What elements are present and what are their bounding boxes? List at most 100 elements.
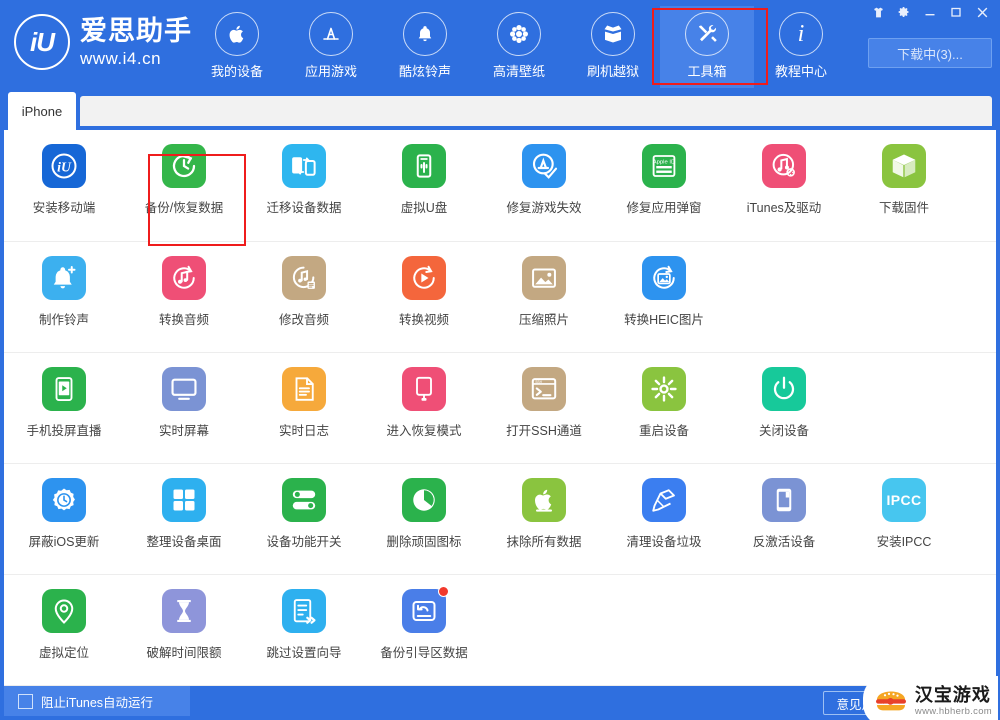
compress-photo-icon [522, 256, 566, 300]
tool-crack-screen-time[interactable]: 破解时间限额 [124, 575, 244, 685]
nav-label: 工具箱 [687, 64, 727, 79]
tool-install-ipcc[interactable]: IPCC 安装IPCC [844, 464, 964, 574]
tool-make-ringtone[interactable]: 制作铃声 [4, 242, 124, 352]
block-itunes-label: 阻止iTunes自动运行 [41, 695, 154, 710]
tool-clean-junk[interactable]: 清理设备垃圾 [604, 464, 724, 574]
nav-item-flash-jailbreak[interactable]: 刷机越狱 [566, 6, 660, 88]
toolbox-grid: iU 安装移动端 备份/恢复数据 迁移设备数据 虚拟U盘 修复游戏失效 Appl… [4, 130, 996, 686]
minimize-icon[interactable] [918, 2, 942, 22]
tool-erase-all-data[interactable]: 抹除所有数据 [484, 464, 604, 574]
tool-label: 压缩照片 [518, 313, 569, 327]
svg-text:iU: iU [57, 160, 72, 175]
tab-iphone[interactable]: iPhone [8, 92, 76, 130]
tool-itunes-driver[interactable]: iTunes及驱动 [724, 130, 844, 241]
main-nav: 我的设备 应用游戏 酷炫铃声 高清壁纸 刷机越狱 工具箱 i 教程中心 [190, 6, 848, 88]
screen-cast-icon [42, 367, 86, 411]
tool-feature-toggle[interactable]: 设备功能开关 [244, 464, 364, 574]
nav-item-apps-games[interactable]: 应用游戏 [284, 6, 378, 88]
tool-label: 安装移动端 [32, 201, 96, 215]
clean-junk-icon [642, 478, 686, 522]
tool-virtual-location[interactable]: 虚拟定位 [4, 575, 124, 685]
tool-label: 进入恢复模式 [386, 424, 462, 438]
nav-item-toolbox[interactable]: 工具箱 [660, 6, 754, 88]
tool-recovery-mode[interactable]: 进入恢复模式 [364, 353, 484, 463]
tool-label: 跳过设置向导 [266, 646, 342, 660]
brand-url: www.i4.cn [80, 48, 162, 68]
make-ringtone-icon [42, 256, 86, 300]
svg-text:SSH: SSH [535, 381, 542, 385]
tool-download-firmware[interactable]: 下载固件 [844, 130, 964, 241]
site-watermark: 汉宝游戏 www.hbherb.com [862, 676, 998, 720]
tool-ssh-tunnel[interactable]: SSH 打开SSH通道 [484, 353, 604, 463]
tool-label: 实时屏幕 [158, 424, 209, 438]
tool-label: 转换音频 [158, 313, 209, 327]
tool-label: 备份/恢复数据 [144, 201, 224, 215]
tool-label: 虚拟U盘 [400, 201, 448, 215]
appstore-icon [309, 12, 353, 56]
fix-game-icon [522, 144, 566, 188]
tool-label: 备份引导区数据 [380, 646, 468, 660]
maximize-icon[interactable] [944, 2, 968, 22]
i4-app-icon: iU [42, 144, 86, 188]
tool-install-mobile[interactable]: iU 安装移动端 [4, 130, 124, 241]
block-itunes-checkbox-row[interactable]: 阻止iTunes自动运行 [4, 686, 190, 716]
tools-icon [685, 12, 729, 56]
tool-block-ios-update[interactable]: 屏蔽iOS更新 [4, 464, 124, 574]
tool-realtime-log[interactable]: 实时日志 [244, 353, 364, 463]
ipcc-icon: IPCC [882, 478, 926, 522]
nav-label: 应用游戏 [304, 64, 357, 79]
tool-label: 反激活设备 [752, 535, 816, 549]
tool-compress-photo[interactable]: 压缩照片 [484, 242, 604, 352]
tool-reboot-device[interactable]: 重启设备 [604, 353, 724, 463]
download-status-button[interactable]: 下载中(3)... [868, 38, 992, 68]
apple-icon [215, 12, 259, 56]
tool-virtual-usb[interactable]: 虚拟U盘 [364, 130, 484, 241]
box-open-icon [591, 12, 635, 56]
tool-convert-video[interactable]: 转换视频 [364, 242, 484, 352]
ssh-terminal-icon: SSH [522, 367, 566, 411]
tool-power-off-device[interactable]: 关闭设备 [724, 353, 844, 463]
tool-realtime-screen[interactable]: 实时屏幕 [124, 353, 244, 463]
gear-icon[interactable] [892, 2, 916, 22]
tool-label: 下载固件 [878, 201, 929, 215]
recovery-mode-icon [402, 367, 446, 411]
nav-item-ringtones[interactable]: 酷炫铃声 [378, 6, 472, 88]
tool-deactivate-device[interactable]: 反激活设备 [724, 464, 844, 574]
tool-backup-boot-data[interactable]: 备份引导区数据 [364, 575, 484, 685]
tool-transfer-device-data[interactable]: 迁移设备数据 [244, 130, 364, 241]
reboot-device-icon [642, 367, 686, 411]
tool-skip-setup-wizard[interactable]: 跳过设置向导 [244, 575, 364, 685]
i4-assistant-window: iU 爱思助手 www.i4.cn 我的设备 应用游戏 酷炫铃声 高清壁纸 刷机… [0, 0, 1000, 720]
convert-video-icon [402, 256, 446, 300]
tool-label: 实时日志 [278, 424, 329, 438]
nav-item-wallpapers[interactable]: 高清壁纸 [472, 6, 566, 88]
tool-organize-desktop[interactable]: 整理设备桌面 [124, 464, 244, 574]
tool-screen-cast[interactable]: 手机投屏直播 [4, 353, 124, 463]
tool-fix-app-popup[interactable]: Apple ID 修复应用弹窗 [604, 130, 724, 241]
virtual-location-icon [42, 589, 86, 633]
toolbox-row: 虚拟定位 破解时间限额 跳过设置向导 备份引导区数据 [4, 575, 996, 686]
convert-heic-icon [642, 256, 686, 300]
block-itunes-checkbox[interactable] [18, 693, 33, 709]
nav-label: 教程中心 [774, 64, 827, 79]
nav-label: 酷炫铃声 [398, 64, 451, 79]
info-icon: i [779, 12, 823, 56]
itunes-driver-icon [762, 144, 806, 188]
tool-backup-restore[interactable]: 备份/恢复数据 [124, 130, 244, 241]
usb-drive-icon [402, 144, 446, 188]
nav-item-tutorial-center[interactable]: i 教程中心 [754, 6, 848, 88]
tool-delete-stubborn-icon[interactable]: 删除顽固图标 [364, 464, 484, 574]
close-icon[interactable] [970, 2, 994, 22]
tool-edit-audio[interactable]: 修改音频 [244, 242, 364, 352]
notification-badge [438, 586, 449, 597]
tool-convert-audio[interactable]: 转换音频 [124, 242, 244, 352]
nav-item-my-device[interactable]: 我的设备 [190, 6, 284, 88]
tool-label: 打开SSH通道 [506, 424, 582, 438]
nav-label: 我的设备 [210, 64, 263, 79]
skin-icon[interactable] [866, 2, 890, 22]
tool-convert-heic[interactable]: 转换HEIC图片 [604, 242, 724, 352]
feature-toggle-icon [282, 478, 326, 522]
block-update-icon [42, 478, 86, 522]
brand-name: 爱思助手 [80, 15, 192, 46]
tool-fix-game[interactable]: 修复游戏失效 [484, 130, 604, 241]
